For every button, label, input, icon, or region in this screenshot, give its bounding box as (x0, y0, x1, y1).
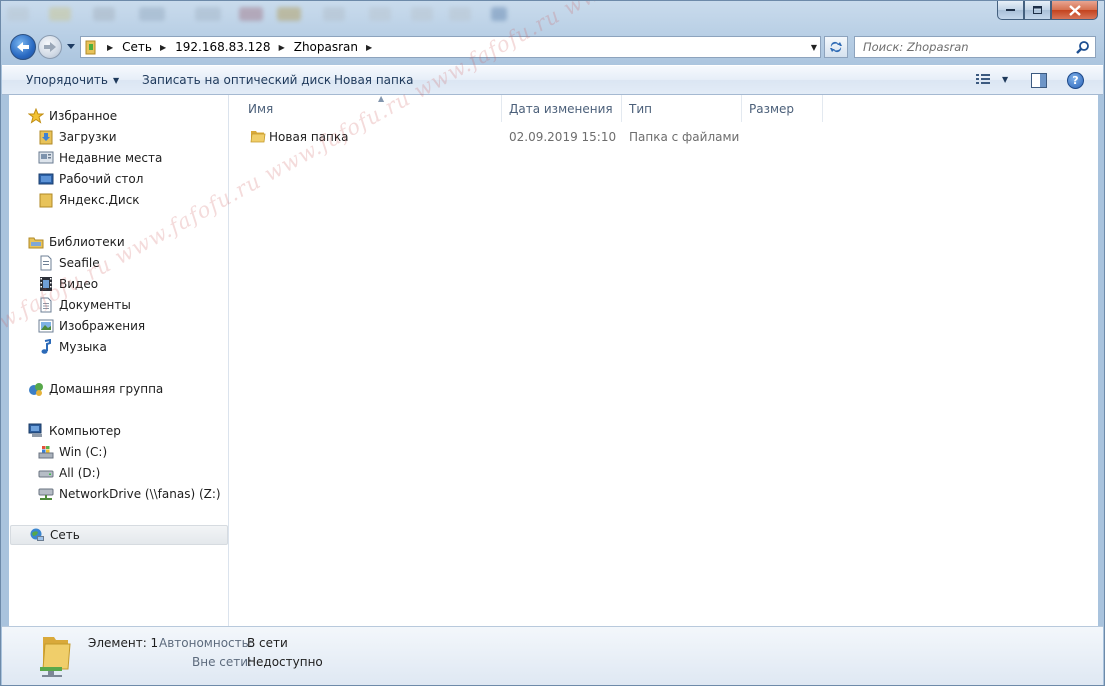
explorer-window: ▶ Сеть▶ 192.168.83.128▶ Zhopasran▶ ▼ Упо… (0, 0, 1105, 686)
chevron-down-icon: ▼ (1002, 74, 1009, 84)
star-icon (28, 108, 44, 124)
column-header-size[interactable]: Размер (741, 95, 823, 122)
nav-homegroup[interactable]: Домашняя группа (28, 379, 163, 399)
column-header-date[interactable]: Дата изменения (501, 95, 622, 122)
offline-availability-value: Недоступно (247, 655, 323, 669)
preview-pane-button[interactable] (1031, 73, 1047, 91)
nav-documents[interactable]: Документы (38, 295, 131, 315)
music-note-icon (38, 339, 54, 355)
blurred-taskbar-icons (1, 1, 521, 27)
downloads-folder-icon (38, 129, 54, 145)
search-input[interactable] (861, 39, 1075, 55)
pictures-icon (38, 318, 54, 334)
burn-disc-button[interactable]: Записать на оптический диск (142, 73, 331, 87)
nav-drive-c[interactable]: Win (C:) (38, 442, 107, 462)
address-history-dropdown[interactable]: ▼ (811, 43, 817, 52)
nav-favorites[interactable]: Избранное (28, 106, 117, 126)
breadcrumb-item[interactable]: 192.168.83.128 ▶ (175, 40, 294, 54)
close-button[interactable] (1051, 1, 1098, 20)
navigation-pane[interactable]: Избранное Загрузки Недавние места Рабочи… (9, 95, 229, 626)
close-icon (1068, 4, 1081, 16)
breadcrumb-separator[interactable]: ▶ (366, 43, 372, 52)
file-list[interactable]: Имя ▲ Дата изменения Тип Размер Новая па… (230, 94, 1098, 626)
recent-pages-dropdown[interactable] (66, 41, 76, 51)
nav-network[interactable]: Сеть (10, 525, 228, 545)
nav-network-drive-z[interactable]: NetworkDrive (\\fanas) (Z:) (38, 484, 221, 504)
folder-icon (250, 128, 266, 147)
change-view-button[interactable]: ▼ (975, 72, 1008, 86)
column-header-type[interactable]: Тип (621, 95, 742, 122)
sort-ascending-icon: ▲ (378, 94, 385, 103)
video-icon (38, 276, 54, 292)
breadcrumb-item[interactable]: Zhopasran ▶ (294, 40, 381, 54)
network-folder-icon (85, 39, 99, 55)
nav-desktop[interactable]: Рабочий стол (38, 169, 143, 189)
address-bar[interactable]: ▶ Сеть ▶ 192.168.83.128 ▶ Zhopasran ▶ ▼ (80, 36, 821, 58)
offline-status-value: В сети (247, 636, 288, 650)
file-row[interactable]: Новая папка 02.09.2019 15:10 Папка с фай… (242, 128, 842, 148)
file-date: 02.09.2019 15:10 (509, 130, 617, 144)
breadcrumb-separator[interactable]: ▶ (107, 43, 113, 52)
document-icon (38, 255, 54, 271)
help-icon: ? (1072, 74, 1079, 87)
chevron-down-icon: ▼ (112, 76, 120, 85)
system-drive-icon (38, 444, 54, 460)
network-drive-icon (38, 486, 54, 502)
recent-places-icon (38, 150, 54, 166)
nav-pictures[interactable]: Изображения (38, 316, 145, 336)
libraries-icon (28, 234, 44, 250)
breadcrumb-separator[interactable]: ▶ (279, 43, 285, 52)
command-bar: Упорядочить ▼ Записать на оптический диск… (2, 65, 1103, 95)
network-icon (29, 527, 45, 543)
computer-icon (28, 423, 44, 439)
arrow-left-icon (17, 42, 29, 52)
homegroup-icon (28, 381, 44, 397)
search-box[interactable] (854, 36, 1096, 58)
details-pane: Элемент: 1 Автономность: В сети Вне сети… (2, 626, 1103, 685)
arrow-right-icon (44, 42, 56, 52)
breadcrumb-separator[interactable]: ▶ (160, 43, 166, 52)
folder-icon (38, 192, 54, 208)
maximize-icon (1032, 5, 1042, 14)
minimize-button[interactable] (997, 1, 1024, 20)
nav-video[interactable]: Видео (38, 274, 98, 294)
refresh-icon (830, 41, 842, 53)
nav-downloads[interactable]: Загрузки (38, 127, 117, 147)
back-button[interactable] (10, 34, 36, 60)
content-area: Избранное Загрузки Недавние места Рабочи… (9, 94, 1098, 626)
nav-drive-d[interactable]: All (D:) (38, 463, 100, 483)
organize-button[interactable]: Упорядочить ▼ (26, 73, 119, 87)
file-type: Папка с файлами (629, 130, 740, 144)
list-view-icon (976, 74, 990, 84)
new-folder-button[interactable]: Новая папка (334, 73, 413, 87)
offline-availability-label: Вне сети: (192, 655, 253, 669)
help-button[interactable]: ? (1067, 72, 1084, 89)
network-folder-icon (40, 631, 72, 680)
minimize-icon (1005, 9, 1015, 11)
documents-icon (38, 297, 54, 313)
title-bar[interactable] (1, 1, 1104, 29)
navigation-bar: ▶ Сеть ▶ 192.168.83.128 ▶ Zhopasran ▶ ▼ (1, 31, 1104, 63)
chevron-down-icon (67, 43, 75, 49)
nav-computer[interactable]: Компьютер (28, 421, 121, 441)
nav-seafile[interactable]: Seafile (38, 253, 100, 273)
forward-button[interactable] (38, 35, 62, 59)
nav-music[interactable]: Музыка (38, 337, 107, 357)
nav-yandex-disk[interactable]: Яндекс.Диск (38, 190, 140, 210)
breadcrumb-item[interactable]: Сеть ▶ (122, 40, 175, 54)
offline-status-label: Автономность: (159, 636, 253, 650)
hard-drive-icon (38, 465, 54, 481)
maximize-button[interactable] (1024, 1, 1051, 20)
column-header-name[interactable]: Имя ▲ (240, 94, 502, 122)
file-name: Новая папка (269, 130, 349, 144)
item-count: Элемент: 1 (88, 636, 159, 650)
preview-pane-icon (1031, 73, 1047, 88)
search-icon[interactable] (1076, 41, 1089, 57)
desktop-icon (38, 171, 54, 187)
refresh-button[interactable] (824, 36, 848, 58)
nav-libraries[interactable]: Библиотеки (28, 232, 125, 252)
nav-recent-places[interactable]: Недавние места (38, 148, 162, 168)
